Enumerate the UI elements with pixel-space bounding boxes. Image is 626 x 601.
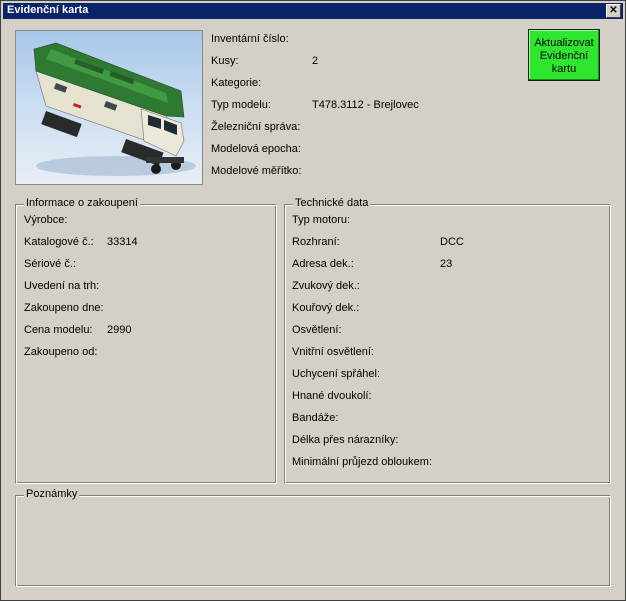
field-label-catalog-number: Katalogové č.:	[24, 236, 94, 248]
update-card-button[interactable]: Aktualizovat Evidenční kartu	[528, 29, 600, 81]
close-button[interactable]: ✕	[606, 4, 621, 18]
field-label-model-type: Typ modelu:	[211, 99, 271, 111]
field-label-serial-number: Sériové č.:	[24, 258, 76, 270]
locomotive-image	[33, 42, 196, 176]
field-label-coupler-mount: Uchycení spřáhel:	[292, 368, 381, 380]
field-label-min-curve-radius: Minimální průjezd obloukem:	[292, 456, 433, 468]
field-label-sound-decoder: Zvukový dek.:	[292, 280, 360, 292]
field-label-manufacturer: Výrobce:	[24, 214, 68, 226]
field-label-length-over-buffers: Délka přes nárazníky:	[292, 434, 399, 446]
field-label-model-price: Cena modelu:	[24, 324, 93, 336]
field-label-lighting: Osvětlení:	[292, 324, 342, 336]
evidence-card-window: Evidenční karta ✕ Inventární číslo: Kusy…	[0, 0, 626, 601]
field-label-purchase-date: Zakoupeno dne:	[24, 302, 104, 314]
field-label-traction-tires: Bandáže:	[292, 412, 339, 424]
field-value-catalog-number: 33314	[107, 236, 138, 248]
field-label-interior-lighting: Vnitřní osvětlení:	[292, 346, 374, 358]
field-label-decoder-address: Adresa dek.:	[292, 258, 354, 270]
close-icon: ✕	[609, 5, 618, 16]
field-label-market-release: Uvedení na trh:	[24, 280, 100, 292]
field-label-purchased-from: Zakoupeno od:	[24, 346, 98, 358]
field-label-pieces: Kusy:	[211, 55, 239, 67]
notes-group: Poznámky	[15, 488, 611, 587]
field-label-inventory-number: Inventární číslo:	[211, 33, 289, 45]
model-photo	[15, 30, 203, 185]
field-label-driven-axles: Hnané dvoukolí:	[292, 390, 372, 402]
purchase-info-legend: Informace o zakoupení	[24, 197, 140, 209]
title-bar[interactable]: Evidenční karta ✕	[3, 3, 623, 19]
field-value-interface: DCC	[440, 236, 464, 248]
notes-legend: Poznámky	[24, 488, 80, 500]
update-card-button-label: Aktualizovat Evidenční kartu	[534, 37, 594, 75]
field-value-model-price: 2990	[107, 324, 132, 336]
window-title: Evidenční karta	[7, 4, 89, 16]
field-value-decoder-address: 23	[440, 258, 453, 270]
field-label-interface: Rozhraní:	[292, 236, 340, 248]
field-label-category: Kategorie:	[211, 77, 262, 89]
field-label-model-scale: Modelové měřítko:	[211, 165, 302, 177]
field-label-motor-type: Typ motoru:	[292, 214, 351, 226]
field-value-pieces: 2	[312, 55, 319, 67]
field-label-railway-admin: Železniční správa:	[211, 121, 301, 133]
field-label-model-epoch: Modelová epocha:	[211, 143, 301, 155]
technical-data-legend: Technické data	[293, 197, 371, 209]
field-value-model-type: T478.3112 - Brejlovec	[312, 99, 419, 111]
field-label-smoke-decoder: Kouřový dek.:	[292, 302, 360, 314]
notes-text[interactable]	[22, 506, 604, 580]
